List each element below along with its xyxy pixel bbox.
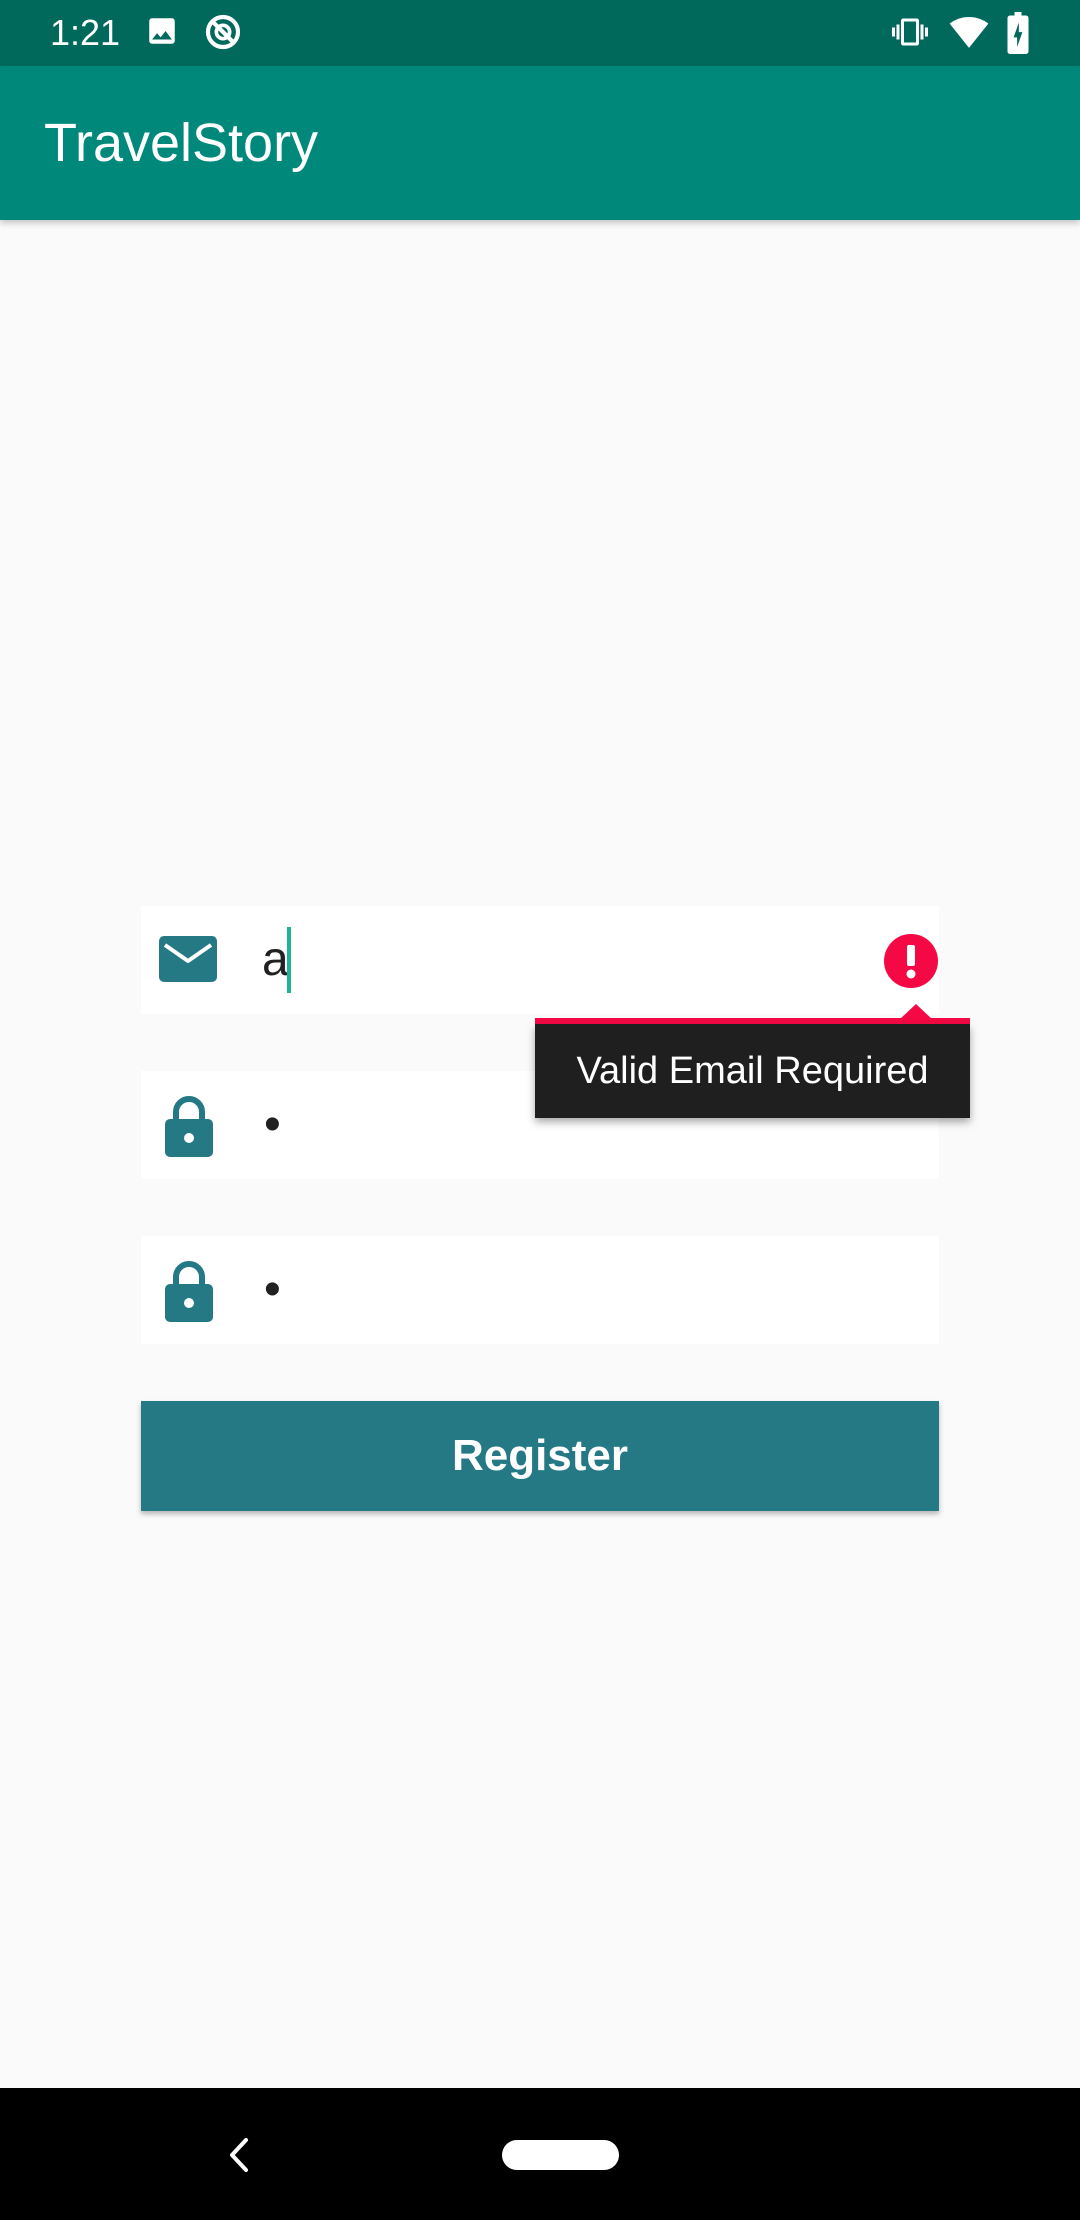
confirm-password-field[interactable]: • [141,1236,939,1344]
home-pill-icon[interactable] [502,2140,619,2170]
error-icon[interactable] [883,933,939,994]
text-cursor [287,927,291,993]
status-bar: 1:21 [0,0,1080,66]
register-button[interactable]: Register [141,1401,939,1511]
email-field[interactable]: a [141,906,939,1014]
email-value: a [262,933,289,986]
battery-charging-icon [1005,12,1031,59]
app-title: TravelStory [44,113,319,173]
image-icon [145,14,179,53]
password-value: • [264,1098,281,1151]
sync-disabled-icon [203,12,243,57]
lock-icon [165,1260,213,1327]
error-message: Valid Email Required [576,1049,929,1092]
confirm-password-value: • [264,1263,281,1316]
email-icon [159,936,217,987]
back-icon[interactable] [222,2136,256,2179]
status-time: 1:21 [50,12,121,53]
error-tooltip: Valid Email Required [535,1024,970,1118]
vibrate-icon [890,14,930,55]
lock-icon [165,1095,213,1162]
app-bar: TravelStory [0,66,1080,220]
wifi-icon [948,12,990,57]
